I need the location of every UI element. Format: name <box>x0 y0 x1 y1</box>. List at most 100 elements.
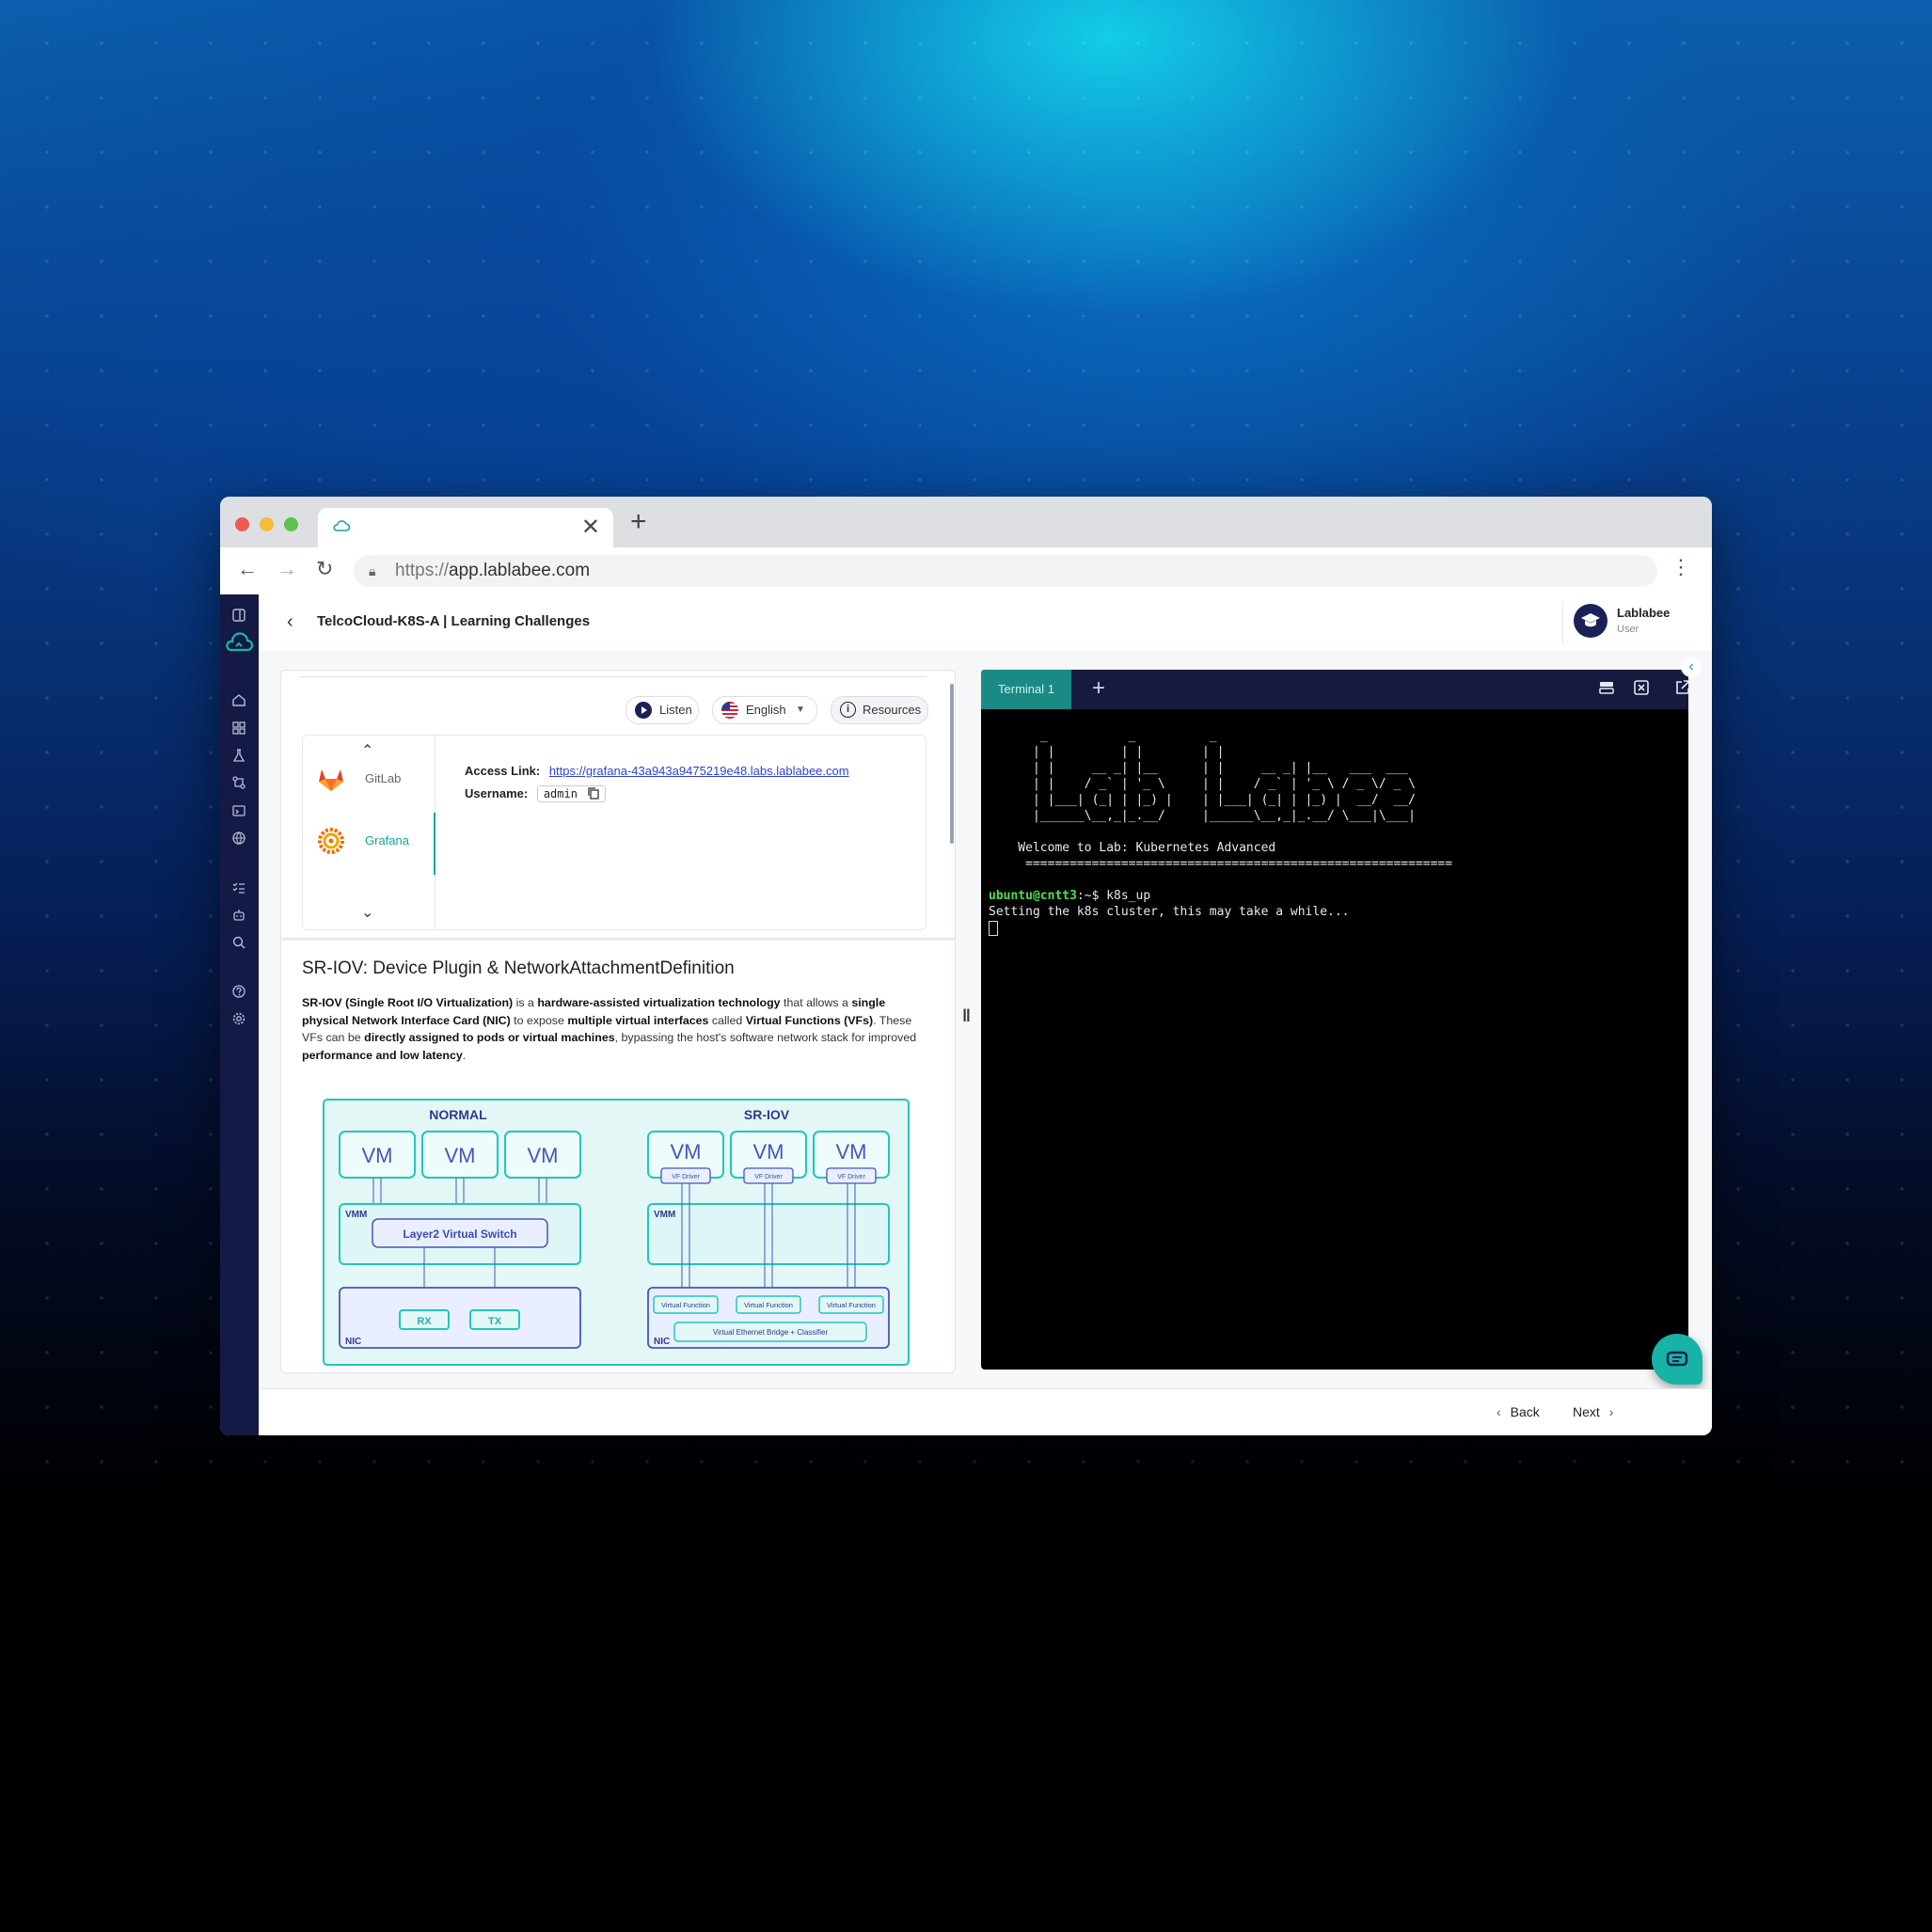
dashboard-icon[interactable] <box>231 721 246 736</box>
chevron-down-icon[interactable]: ⌄ <box>361 903 373 922</box>
chevron-right-icon: › <box>1608 1404 1614 1419</box>
terminal-banner: _ _ _ | | | | | | | | __ _| |__ | | __ _… <box>1032 729 1416 823</box>
main-content: Listen English ▼ i Resources ⌃ GitLab Gr… <box>259 651 1712 1388</box>
chevron-down-icon[interactable]: ⌄ <box>1709 611 1712 626</box>
browser-window: ✕ + ← → ↻ 🔒︎ https://app.lablabee.com ⋮ … <box>220 497 1712 1435</box>
globe-icon[interactable] <box>231 831 246 846</box>
url-field[interactable]: 🔒︎ https://app.lablabee.com <box>354 555 1657 587</box>
instructions-panel: Listen English ▼ i Resources ⌃ GitLab Gr… <box>280 670 956 1373</box>
settings-gear-icon[interactable] <box>231 1011 246 1026</box>
vf-label: Virtual Function <box>744 1301 793 1309</box>
access-link[interactable]: https://grafana-43a943a9475219e48.labs.l… <box>549 764 849 778</box>
home-icon[interactable] <box>231 692 246 707</box>
vmm-label: VMM <box>654 1210 675 1220</box>
app-sidebar <box>220 594 259 1435</box>
browser-menu-icon[interactable]: ⋮ <box>1671 555 1691 579</box>
maximize-window-icon[interactable] <box>284 517 298 531</box>
list-item-grafana[interactable]: Grafana <box>303 813 435 875</box>
forward-arrow-icon[interactable]: → <box>277 557 297 581</box>
back-button[interactable]: ‹ Back <box>1497 1404 1540 1419</box>
chevron-left-icon: ‹ <box>1497 1404 1501 1419</box>
sriov-diagram: NORMAL SR-IOV VM VM VM VMM Layer2 Virtua… <box>323 1099 910 1366</box>
reload-icon[interactable]: ↻ <box>316 557 333 581</box>
split-view-icon[interactable] <box>1598 679 1615 696</box>
add-terminal-button[interactable]: + <box>1092 675 1105 702</box>
nic-label: NIC <box>345 1337 361 1347</box>
terminal-prompt-user: ubuntu@cntt3 <box>989 889 1077 903</box>
username-value: admin <box>536 785 607 802</box>
terminal-tab-bar: Terminal 1 + <box>981 670 1688 709</box>
footer-nav: ‹ Back Next › <box>259 1388 1712 1435</box>
gitlab-logo-icon <box>319 769 343 791</box>
new-tab-button[interactable]: + <box>630 506 647 538</box>
chat-button[interactable] <box>1652 1334 1702 1385</box>
lab-flask-icon[interactable] <box>231 748 246 763</box>
close-terminal-icon[interactable] <box>1633 679 1650 696</box>
close-window-icon[interactable] <box>235 517 249 531</box>
terminal-panel[interactable]: Terminal 1 + _ _ _ | | | | | | | | __ _|… <box>981 670 1688 1370</box>
listen-label: Listen <box>659 703 692 717</box>
listen-button[interactable]: Listen <box>626 696 699 724</box>
next-button[interactable]: Next › <box>1573 1404 1613 1419</box>
user-role: User <box>1617 624 1639 635</box>
access-link-label: Access Link: <box>465 764 541 778</box>
terminal-welcome: Welcome to Lab: Kubernetes Advanced <box>989 841 1276 855</box>
resources-box: ⌃ GitLab Grafana ⌄ Access Link: https://… <box>302 735 926 930</box>
collapse-sidebar-icon[interactable] <box>231 608 246 623</box>
resources-label: Resources <box>863 703 922 717</box>
avatar[interactable] <box>1574 604 1607 638</box>
bridge-label: Virtual Ethernet Bridge + Classifier <box>713 1328 829 1337</box>
header-back-icon[interactable]: ‹ <box>287 611 293 633</box>
cloud-icon <box>333 520 350 531</box>
app-header: ‹ TelcoCloud-K8S-A | Learning Challenges… <box>259 594 1712 652</box>
section-body: SR-IOV (Single Root I/O Virtualization) … <box>302 996 917 1062</box>
paths-icon[interactable] <box>231 775 246 790</box>
terminal-icon[interactable] <box>231 803 246 818</box>
normal-title: NORMAL <box>429 1107 487 1122</box>
resource-details: Access Link: https://grafana-43a943a9475… <box>465 764 849 802</box>
sriov-vms: VM VM VM VF Driver VF Driver VF Driver <box>647 1131 890 1184</box>
address-bar-row: ← → ↻ 🔒︎ https://app.lablabee.com ⋮ <box>220 547 1712 595</box>
vf-driver-label: VF Driver <box>837 1174 865 1180</box>
resources-list: ⌃ GitLab Grafana ⌄ <box>303 736 435 929</box>
vm-label: VM <box>836 1140 867 1164</box>
vf-label: Virtual Function <box>827 1301 876 1309</box>
back-arrow-icon[interactable]: ← <box>237 557 258 581</box>
resources-button[interactable]: i Resources <box>831 696 928 724</box>
resize-handle[interactable]: ‖ <box>962 1006 971 1026</box>
checklist-icon[interactable] <box>231 880 246 895</box>
url-protocol: https:// <box>395 561 450 580</box>
list-item-gitlab[interactable]: GitLab <box>303 751 435 807</box>
scrollbar[interactable] <box>950 684 954 844</box>
language-select[interactable]: English ▼ <box>712 696 817 724</box>
normal-vms: VM VM VM <box>339 1131 581 1179</box>
page-title: TelcoCloud-K8S-A | Learning Challenges <box>317 613 591 629</box>
graduation-cap-icon <box>1581 613 1600 627</box>
vf-label: Virtual Function <box>661 1301 710 1309</box>
terminal-output-line: Setting the k8s cluster, this may take a… <box>989 905 1350 919</box>
close-tab-icon[interactable]: ✕ <box>581 514 600 541</box>
lablabee-logo-icon[interactable] <box>224 632 254 653</box>
assistant-bot-icon[interactable] <box>231 908 246 923</box>
user-name[interactable]: Lablabee <box>1617 606 1670 620</box>
resource-label: Grafana <box>365 833 409 847</box>
browser-tab[interactable]: ✕ <box>318 508 613 547</box>
vf-driver-label: VF Driver <box>754 1174 783 1180</box>
chevron-left-icon[interactable]: ‹ <box>1681 657 1702 677</box>
language-label: English <box>746 703 786 717</box>
open-external-icon[interactable] <box>1674 679 1688 696</box>
grafana-logo-icon <box>318 828 344 854</box>
play-icon <box>635 702 652 719</box>
vmm-label: VMM <box>345 1210 367 1220</box>
search-icon[interactable] <box>231 935 246 950</box>
rx-label: RX <box>417 1316 432 1327</box>
help-icon[interactable] <box>231 984 246 999</box>
minimize-window-icon[interactable] <box>260 517 274 531</box>
info-icon: i <box>840 702 856 718</box>
divider <box>300 676 926 677</box>
terminal-output: _ _ _ | | | | | | | | __ _| |__ | | __ _… <box>989 728 1452 936</box>
terminal-rule: ========================================… <box>989 857 1453 871</box>
caret-down-icon: ▼ <box>796 705 805 715</box>
tab-terminal-1[interactable]: Terminal 1 <box>981 670 1071 709</box>
copy-icon[interactable] <box>588 787 599 800</box>
